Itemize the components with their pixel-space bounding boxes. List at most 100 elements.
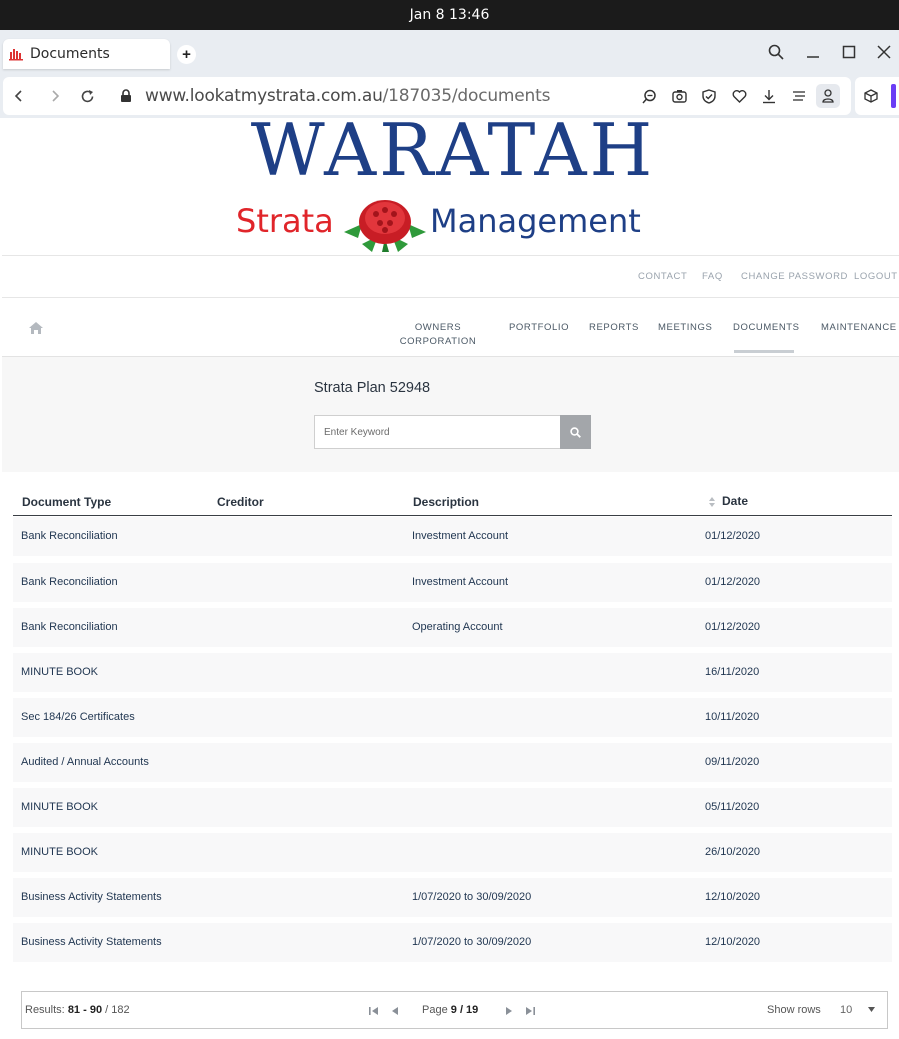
search-button[interactable] <box>560 415 591 449</box>
waratah-logo[interactable]: WARATAH Strata Management <box>236 118 670 254</box>
faq-link[interactable]: FAQ <box>702 271 723 282</box>
nav-reports[interactable]: REPORTS <box>589 321 639 335</box>
search-icon <box>570 426 581 438</box>
show-rows-label: Show rows <box>767 1004 821 1016</box>
contact-link[interactable]: CONTACT <box>638 271 687 282</box>
change-password-link[interactable]: CHANGE PASSWORD <box>741 271 848 282</box>
cell-date: 12/10/2020 <box>705 891 761 903</box>
waratah-flower-icon <box>344 200 426 252</box>
shield-icon[interactable] <box>699 86 719 106</box>
cell-document-type[interactable]: MINUTE BOOK <box>21 801 98 813</box>
screenshot-icon[interactable] <box>669 86 689 106</box>
cell-document-type[interactable]: MINUTE BOOK <box>21 666 98 678</box>
cell-document-type[interactable]: Bank Reconciliation <box>21 576 118 588</box>
first-page-icon[interactable] <box>368 1005 380 1017</box>
sort-icon[interactable] <box>708 496 716 508</box>
table-row[interactable]: MINUTE BOOK 26/10/2020 <box>13 833 892 872</box>
results-label: Results: <box>25 1004 65 1016</box>
heart-icon[interactable] <box>729 86 749 106</box>
url-host: www.lookatmystrata.com.au <box>145 86 383 106</box>
main-nav: OWNERS CORPORATION PORTFOLIO REPORTS MEE… <box>2 298 899 357</box>
results-total: / 182 <box>105 1004 130 1016</box>
reload-icon[interactable] <box>77 86 97 106</box>
lock-icon[interactable] <box>116 86 136 106</box>
close-window-icon[interactable] <box>874 42 894 62</box>
search-panel: Strata Plan 52948 <box>2 357 899 472</box>
results-range: 81 - 90 <box>67 1004 103 1016</box>
rows-per-page-select[interactable]: 10 <box>838 1002 880 1020</box>
header-creditor[interactable]: Creditor <box>217 495 264 509</box>
nav-portfolio[interactable]: PORTFOLIO <box>509 321 569 335</box>
table-row[interactable]: Sec 184/26 Certificates 10/11/2020 <box>13 698 892 737</box>
page-number: 9 / 19 <box>450 1004 479 1016</box>
system-clock[interactable]: Jan 8 13:46 <box>410 7 490 23</box>
cell-description: Operating Account <box>412 621 503 633</box>
browser-chrome: Documents + www.lookatmystrata.com.au/18… <box>0 30 899 118</box>
cell-description: Investment Account <box>412 576 508 588</box>
table-row[interactable]: Audited / Annual Accounts 09/11/2020 <box>13 743 892 782</box>
previous-page-icon[interactable] <box>389 1005 401 1017</box>
home-icon[interactable] <box>28 320 44 336</box>
profile-icon[interactable] <box>816 84 840 108</box>
logout-link[interactable]: LOGOUT <box>854 271 898 282</box>
table-row[interactable]: Bank Reconciliation Operating Account 01/1… <box>13 608 892 647</box>
cell-document-type[interactable]: Bank Reconciliation <box>21 530 118 542</box>
cell-date: 10/11/2020 <box>705 711 760 723</box>
cell-date: 01/12/2020 <box>705 621 761 633</box>
nav-owners-corporation-line2: CORPORATION <box>399 336 477 347</box>
results-summary: Results: 81 - 90 / 182 <box>25 1004 130 1016</box>
url-path: /187035/documents <box>382 86 551 106</box>
zoom-icon[interactable] <box>639 86 659 106</box>
nav-maintenance[interactable]: MAINTENANCE <box>821 321 897 335</box>
download-icon[interactable] <box>759 86 779 106</box>
cell-date: 01/12/2020 <box>705 530 761 542</box>
cell-date: 16/11/2020 <box>705 666 760 678</box>
table-row[interactable]: Business Activity Statements 1/07/2020 to… <box>13 923 892 962</box>
maximize-icon[interactable] <box>839 42 859 62</box>
table-row[interactable]: Bank Reconciliation Investment Account 01/… <box>13 563 892 602</box>
table-row[interactable]: MINUTE BOOK 05/11/2020 <box>13 788 892 827</box>
logo-management-word: Management <box>430 202 641 240</box>
logo-title: WARATAH <box>250 118 656 192</box>
filter-settings-icon[interactable] <box>789 86 809 106</box>
search-tabs-icon[interactable] <box>766 42 786 62</box>
url-text[interactable]: www.lookatmystrata.com.au/187035/documen… <box>145 86 550 106</box>
cell-description: 1/07/2020 to 30/09/2020 <box>412 891 532 903</box>
keyword-search-input[interactable] <box>314 415 560 449</box>
cell-document-type[interactable]: Audited / Annual Accounts <box>21 756 149 768</box>
page-label: Page <box>422 1004 448 1016</box>
browser-tab[interactable]: Documents <box>3 39 170 69</box>
header-date[interactable]: Date <box>722 494 748 508</box>
sidebar-accent[interactable] <box>891 84 896 108</box>
table-row[interactable]: Business Activity Statements 1/07/2020 to… <box>13 878 892 917</box>
header-document-type[interactable]: Document Type <box>22 495 111 509</box>
back-arrow-icon[interactable] <box>9 86 29 106</box>
header-description[interactable]: Description <box>413 495 479 509</box>
cell-document-type[interactable]: Business Activity Statements <box>21 891 162 903</box>
forward-arrow-icon[interactable] <box>45 86 65 106</box>
cell-description: 1/07/2020 to 30/09/2020 <box>412 936 532 948</box>
cell-document-type[interactable]: Sec 184/26 Certificates <box>21 711 135 723</box>
nav-meetings[interactable]: MEETINGS <box>658 321 712 335</box>
new-tab-button[interactable]: + <box>177 45 196 64</box>
table-row[interactable]: Bank Reconciliation Investment Account 01/… <box>13 517 892 556</box>
last-page-icon[interactable] <box>524 1005 536 1017</box>
table-row[interactable]: MINUTE BOOK 16/11/2020 <box>13 653 892 692</box>
cell-date: 05/11/2020 <box>705 801 760 813</box>
tab-title: Documents <box>30 46 110 62</box>
nav-documents[interactable]: DOCUMENTS <box>733 321 800 335</box>
site-favicon-icon <box>9 49 23 61</box>
cell-document-type[interactable]: Bank Reconciliation <box>21 621 118 633</box>
cell-date: 26/10/2020 <box>705 846 761 858</box>
nav-owners-corporation[interactable]: OWNERS CORPORATION <box>398 321 478 349</box>
documents-table-header: Document Type Creditor Description Date <box>13 484 892 516</box>
cell-date: 01/12/2020 <box>705 576 761 588</box>
pagination-bar: Results: 81 - 90 / 182 Page 9 / 19 Show … <box>21 991 888 1029</box>
logo-strata-word: Strata <box>236 202 334 240</box>
cell-document-type[interactable]: Business Activity Statements <box>21 936 162 948</box>
cell-document-type[interactable]: MINUTE BOOK <box>21 846 98 858</box>
next-page-icon[interactable] <box>503 1005 515 1017</box>
nav-active-indicator <box>734 350 794 353</box>
page-indicator: Page 9 / 19 <box>422 1004 478 1016</box>
minimize-icon[interactable] <box>803 42 823 62</box>
